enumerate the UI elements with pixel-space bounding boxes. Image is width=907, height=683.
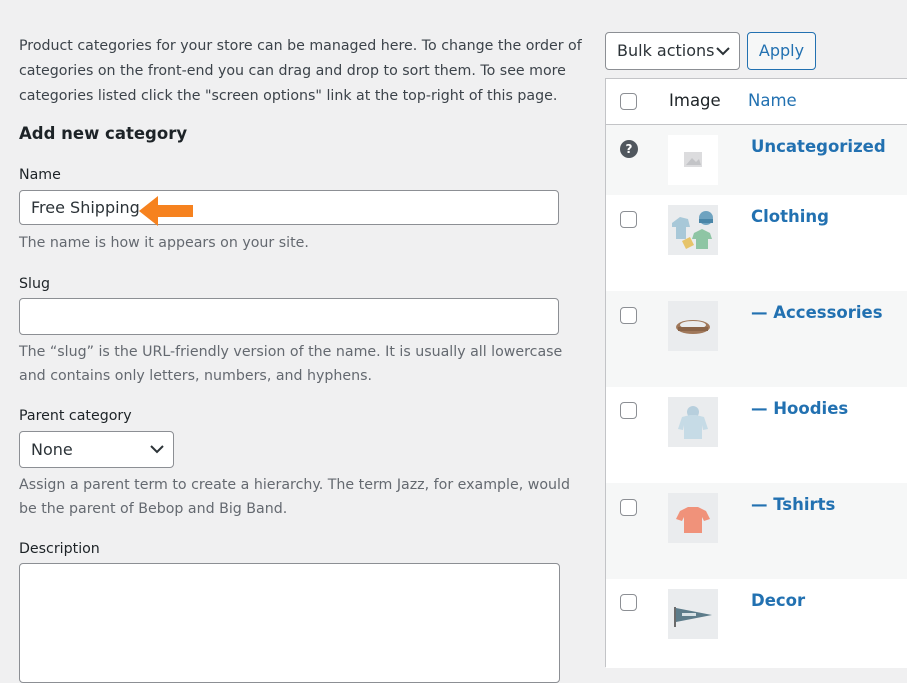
form-heading: Add new category [19,124,188,143]
row-checkbox[interactable] [620,307,637,324]
category-name-link[interactable]: Decor [751,591,805,610]
row-checkbox[interactable] [620,594,637,611]
table-row: — Accessories [606,291,907,387]
table-row: Decor [606,579,907,668]
chevron-down-icon [716,47,730,56]
name-label: Name [19,167,61,183]
clothing-thumbnail [668,205,718,255]
slug-label: Slug [19,276,50,292]
category-list-panel: Bulk actions Apply Image Name ? Uncatego… [605,0,907,668]
belt-thumbnail [668,301,718,351]
name-help-text: The name is how it appears on your site. [19,235,309,251]
help-icon[interactable]: ? [620,140,638,158]
category-name-link[interactable]: Clothing [751,207,829,226]
intro-text: Product categories for your store can be… [19,38,582,104]
category-name-link[interactable]: — Tshirts [751,495,835,514]
tshirt-thumbnail [668,493,718,543]
slug-input[interactable] [19,298,559,335]
pennant-thumbnail [668,589,718,639]
row-checkbox[interactable] [620,499,637,516]
parent-category-label: Parent category [19,408,132,424]
description-label: Description [19,541,100,557]
description-textarea[interactable] [19,563,560,683]
parent-category-value: None [31,440,73,459]
parent-help-text: Assign a parent term to create a hierarc… [19,477,570,517]
table-row: ? Uncategorized [606,125,907,195]
name-input[interactable]: Free Shipping [19,190,559,225]
row-checkbox[interactable] [620,211,637,228]
column-name-header[interactable]: Name [748,91,797,110]
table-row: — Hoodies [606,387,907,483]
table-header: Image Name [606,79,907,125]
table-row: — Tshirts [606,483,907,579]
bulk-actions-label: Bulk actions [617,41,715,60]
apply-button[interactable]: Apply [747,32,816,70]
row-checkbox[interactable] [620,402,637,419]
table-row: Clothing [606,195,907,291]
arrow-pointer-icon [139,196,193,226]
placeholder-image-icon [668,135,718,185]
slug-help-text: The “slug” is the URL-friendly version o… [19,344,563,384]
category-name-link[interactable]: Uncategorized [751,137,886,156]
parent-category-select[interactable]: None [19,431,174,468]
category-name-link[interactable]: — Accessories [751,303,883,322]
bulk-actions-select[interactable]: Bulk actions [605,32,740,70]
column-image-header: Image [669,91,721,110]
select-all-checkbox[interactable] [620,93,637,110]
chevron-down-icon [150,445,164,454]
categories-table: Image Name ? Uncategorized Clothing — Ac… [605,78,907,668]
category-name-link[interactable]: — Hoodies [751,399,848,418]
hoodie-thumbnail [668,397,718,447]
